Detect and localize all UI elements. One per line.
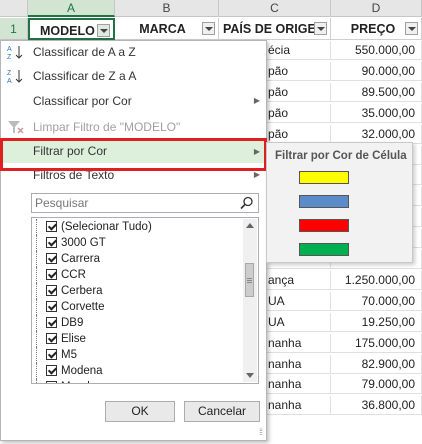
menu-sort-za[interactable]: ZA Classificar de Z a A bbox=[1, 65, 266, 87]
menu-sort-az[interactable]: AZ Classificar de A a Z bbox=[1, 41, 266, 63]
checkbox[interactable] bbox=[46, 269, 57, 280]
sort-az-icon: AZ bbox=[7, 44, 25, 61]
checkbox[interactable] bbox=[46, 349, 57, 360]
color-swatch-blue[interactable] bbox=[299, 195, 349, 208]
column-header-a[interactable]: A bbox=[28, 0, 115, 17]
menu-clear-filter-label: Limpar Filtro de "MODELO" bbox=[33, 120, 181, 134]
filter-dropdown-preco[interactable] bbox=[405, 22, 418, 35]
checkbox[interactable] bbox=[46, 301, 57, 312]
header-preco-label: PREÇO bbox=[350, 22, 396, 36]
cell-pais[interactable]: nanha bbox=[266, 396, 331, 415]
cell-preco[interactable]: 175.000,00 bbox=[331, 334, 422, 353]
cell-pais[interactable]: pão bbox=[266, 104, 331, 123]
scroll-down-icon[interactable] bbox=[246, 373, 254, 378]
cell-pais[interactable]: ança bbox=[266, 271, 331, 290]
checklist-item-label: Mondeo bbox=[61, 379, 103, 383]
cell-pais[interactable]: UA bbox=[266, 313, 331, 332]
header-cell-pais[interactable]: PAÍS DE ORIGEM bbox=[219, 18, 331, 40]
search-icon bbox=[240, 196, 254, 215]
cell-preco[interactable]: 1.250.000,00 bbox=[331, 271, 422, 290]
header-cell-marca[interactable]: MARCA bbox=[115, 18, 219, 40]
header-cell-modelo[interactable]: MODELO bbox=[28, 18, 115, 40]
checkbox[interactable] bbox=[46, 221, 57, 232]
checklist-item-label: Carrera bbox=[61, 253, 100, 265]
checklist-item-label: M5 bbox=[61, 349, 77, 361]
scroll-thumb[interactable] bbox=[245, 263, 254, 297]
filter-dropdown-modelo[interactable] bbox=[97, 24, 110, 37]
checklist-item-label: Modena bbox=[61, 365, 103, 377]
cell-preco[interactable]: 36.800,00 bbox=[331, 396, 422, 415]
checklist-item-label: Corvette bbox=[61, 301, 105, 313]
header-cell-preco[interactable]: PREÇO bbox=[331, 18, 422, 40]
cancel-button[interactable]: Cancelar bbox=[184, 401, 260, 422]
checklist-item-label: CCR bbox=[61, 269, 86, 281]
clear-filter-icon bbox=[7, 119, 25, 135]
checkbox[interactable] bbox=[46, 381, 57, 383]
filter-dropdown-marca[interactable] bbox=[202, 22, 215, 35]
checkbox[interactable] bbox=[46, 317, 57, 328]
menu-sort-by-color[interactable]: Classificar por Cor ▶ bbox=[1, 90, 266, 112]
checklist-item-label: Elise bbox=[61, 333, 86, 345]
scroll-up-icon[interactable] bbox=[246, 223, 254, 228]
menu-sort-by-color-label: Classificar por Cor bbox=[33, 94, 132, 108]
svg-text:Z: Z bbox=[7, 70, 12, 77]
search-placeholder: Pesquisar bbox=[35, 196, 89, 210]
ok-button[interactable]: OK bbox=[105, 401, 175, 422]
cell-pais[interactable]: nanha bbox=[266, 375, 331, 394]
svg-text:Z: Z bbox=[7, 54, 12, 60]
cell-preco[interactable]: 79.000,00 bbox=[331, 375, 422, 394]
header-pais-label: PAÍS DE ORIGEM bbox=[223, 22, 327, 36]
cell-preco[interactable]: 82.900,00 bbox=[331, 355, 422, 374]
row-header-1[interactable]: 1 bbox=[0, 18, 28, 40]
cell-preco[interactable]: 550.000,00 bbox=[331, 41, 422, 60]
checklist-item-label: 3000 GT bbox=[61, 237, 106, 249]
svg-text:A: A bbox=[7, 78, 12, 84]
checkbox[interactable] bbox=[46, 285, 57, 296]
autofilter-menu: AZ Classificar de A a Z ZA Classificar d… bbox=[0, 40, 267, 441]
checkbox[interactable] bbox=[46, 237, 57, 248]
submenu-arrow-icon: ▶ bbox=[253, 96, 260, 105]
color-swatch-green[interactable] bbox=[299, 243, 349, 256]
menu-sort-az-label: Classificar de A a Z bbox=[33, 45, 136, 59]
cell-preco[interactable]: 90.000,00 bbox=[331, 62, 422, 81]
checklist-item-label: DB9 bbox=[61, 317, 84, 329]
header-marca-label: MARCA bbox=[139, 22, 186, 36]
cell-pais[interactable]: pão bbox=[266, 62, 331, 81]
cell-pais[interactable]: UA bbox=[266, 292, 331, 311]
highlight-box bbox=[0, 138, 267, 171]
select-all-corner[interactable] bbox=[0, 0, 28, 17]
column-header-d[interactable]: D bbox=[331, 0, 422, 17]
cell-preco[interactable]: 70.000,00 bbox=[331, 292, 422, 311]
value-checklist: (Selecionar Tudo) 3000 GT Carrera CCR Cerber… bbox=[31, 217, 259, 384]
checkbox[interactable] bbox=[46, 365, 57, 376]
column-header-c[interactable]: C bbox=[219, 0, 331, 17]
cell-preco[interactable]: 19.250,00 bbox=[331, 313, 422, 332]
checkbox[interactable] bbox=[46, 333, 57, 344]
cell-pais[interactable]: écia bbox=[266, 41, 331, 60]
submenu-title: Filtrar por Cor de Célula bbox=[275, 150, 407, 162]
search-input[interactable]: Pesquisar bbox=[31, 193, 259, 213]
cell-preco[interactable]: 89.500,00 bbox=[331, 83, 422, 102]
resize-grip-icon[interactable]: ⁞⁞ bbox=[259, 427, 263, 437]
sort-za-icon: ZA bbox=[7, 68, 25, 85]
svg-text:A: A bbox=[7, 46, 12, 53]
color-swatch-red[interactable] bbox=[299, 219, 349, 232]
cell-pais[interactable]: pão bbox=[266, 83, 331, 102]
cell-pais[interactable]: nanha bbox=[266, 355, 331, 374]
menu-sort-za-label: Classificar de Z a A bbox=[33, 69, 137, 83]
checklist-scrollbar[interactable] bbox=[243, 219, 257, 382]
checklist-item-label: (Selecionar Tudo) bbox=[61, 221, 152, 233]
filter-dropdown-pais[interactable] bbox=[314, 22, 327, 35]
checklist-item-label: Cerbera bbox=[61, 285, 103, 297]
menu-clear-filter: Limpar Filtro de "MODELO" bbox=[1, 116, 266, 138]
header-modelo-label: MODELO bbox=[40, 24, 95, 38]
cell-pais[interactable]: nanha bbox=[266, 334, 331, 353]
checkbox[interactable] bbox=[46, 253, 57, 264]
color-swatch-yellow[interactable] bbox=[299, 171, 349, 184]
filter-by-color-submenu: Filtrar por Cor de Célula bbox=[266, 142, 413, 263]
column-header-b[interactable]: B bbox=[115, 0, 219, 17]
cell-preco[interactable]: 35.000,00 bbox=[331, 104, 422, 123]
